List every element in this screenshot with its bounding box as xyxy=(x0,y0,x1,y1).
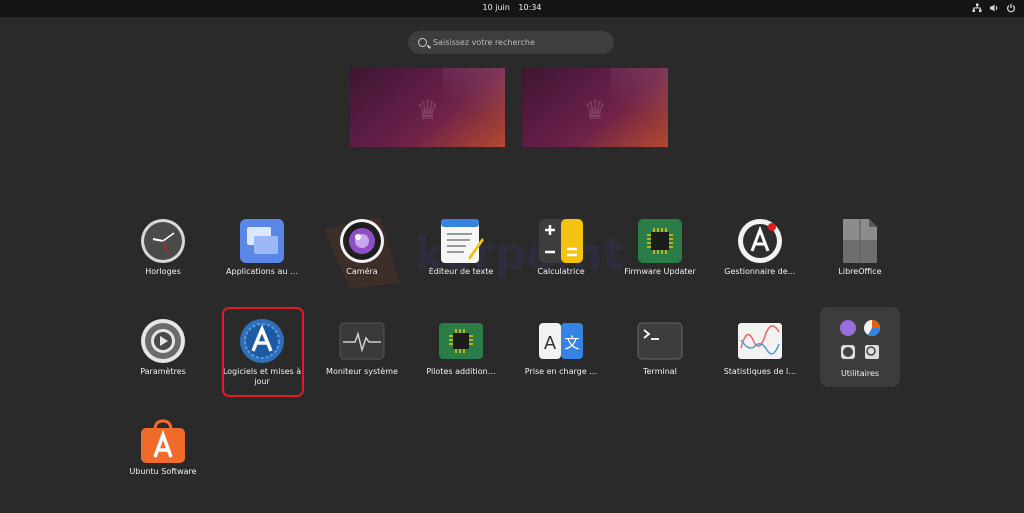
calculator-icon xyxy=(539,219,583,263)
package-icon xyxy=(738,219,782,263)
app-label: Horloges xyxy=(145,267,181,276)
volume-icon[interactable] xyxy=(989,3,999,13)
camera-icon xyxy=(340,219,384,263)
folder-icon xyxy=(840,320,881,359)
terminal-icon xyxy=(637,322,683,360)
app-label: Éditeur de texte xyxy=(428,267,494,276)
app-folder-utilities[interactable]: Utilitaires xyxy=(820,307,900,387)
app-label: Caméra xyxy=(346,267,378,276)
language-icon: A 文 xyxy=(539,323,583,359)
monitor-icon xyxy=(339,322,385,360)
app-label: Firmware Updater xyxy=(624,267,696,276)
search-input[interactable] xyxy=(433,38,603,47)
libreoffice-icon xyxy=(843,219,877,263)
app-camera[interactable]: Caméra xyxy=(322,210,402,290)
app-label: Paramètres xyxy=(140,367,186,376)
date-label: 10 juin xyxy=(482,3,510,12)
search-bar[interactable] xyxy=(408,31,614,54)
time-label: 10:34 xyxy=(518,3,542,12)
search-icon xyxy=(418,38,427,47)
app-settings[interactable]: Paramètres xyxy=(123,310,203,390)
selection-highlight xyxy=(222,307,304,397)
app-horloges[interactable]: Horloges xyxy=(123,210,203,290)
ubuntu-logo-icon: ♛ xyxy=(415,96,440,126)
clock[interactable]: 10 juin 10:34 xyxy=(0,3,1024,12)
network-icon[interactable] xyxy=(972,3,982,13)
window-icon xyxy=(240,219,284,263)
workspace-thumbnail-1[interactable]: ♛ xyxy=(350,68,505,147)
workspace-thumbnail-2[interactable]: ♛ xyxy=(522,68,668,147)
app-label: Utilitaires xyxy=(840,369,880,378)
gear-icon xyxy=(141,319,185,363)
text-editor-icon xyxy=(441,219,484,263)
app-package-manager[interactable]: Gestionnaire de… xyxy=(720,210,800,290)
stats-icon xyxy=(738,323,782,359)
app-calculator[interactable]: Calculatrice xyxy=(521,210,601,290)
app-terminal[interactable]: Terminal xyxy=(620,310,700,390)
app-firmware-updater[interactable]: Firmware Updater xyxy=(620,210,700,290)
power-icon[interactable] xyxy=(1006,3,1016,13)
chip-icon xyxy=(638,219,682,263)
app-label: Applications au … xyxy=(226,267,298,276)
svg-text:文: 文 xyxy=(564,334,579,352)
app-language-support[interactable]: A 文 Prise en charge … xyxy=(521,310,601,390)
app-power-statistics[interactable]: Statistiques de l… xyxy=(720,310,800,390)
app-ubuntu-software[interactable]: Ubuntu Software xyxy=(123,410,203,490)
app-label: Terminal xyxy=(643,367,677,376)
driver-chip-icon xyxy=(439,323,483,359)
app-label: Moniteur système xyxy=(326,367,398,376)
app-label: Gestionnaire de… xyxy=(724,267,796,276)
ubuntu-logo-icon: ♛ xyxy=(583,96,607,126)
app-label: Statistiques de l… xyxy=(723,367,797,376)
app-system-monitor[interactable]: Moniteur système xyxy=(322,310,402,390)
app-label: Calculatrice xyxy=(537,267,585,276)
system-tray[interactable] xyxy=(972,3,1016,13)
app-applications[interactable]: Applications au … xyxy=(222,210,302,290)
svg-text:A: A xyxy=(544,333,557,354)
app-additional-drivers[interactable]: Pilotes addition… xyxy=(421,310,501,390)
app-label: Pilotes addition… xyxy=(426,367,496,376)
app-label: Ubuntu Software xyxy=(129,467,197,476)
clock-icon xyxy=(141,219,185,263)
store-icon xyxy=(141,419,185,463)
top-bar: 10 juin 10:34 xyxy=(0,0,1024,17)
app-libreoffice[interactable]: LibreOffice xyxy=(820,210,900,290)
app-text-editor[interactable]: Éditeur de texte xyxy=(421,210,501,290)
app-label: LibreOffice xyxy=(838,267,882,276)
app-label: Prise en charge … xyxy=(524,367,598,376)
